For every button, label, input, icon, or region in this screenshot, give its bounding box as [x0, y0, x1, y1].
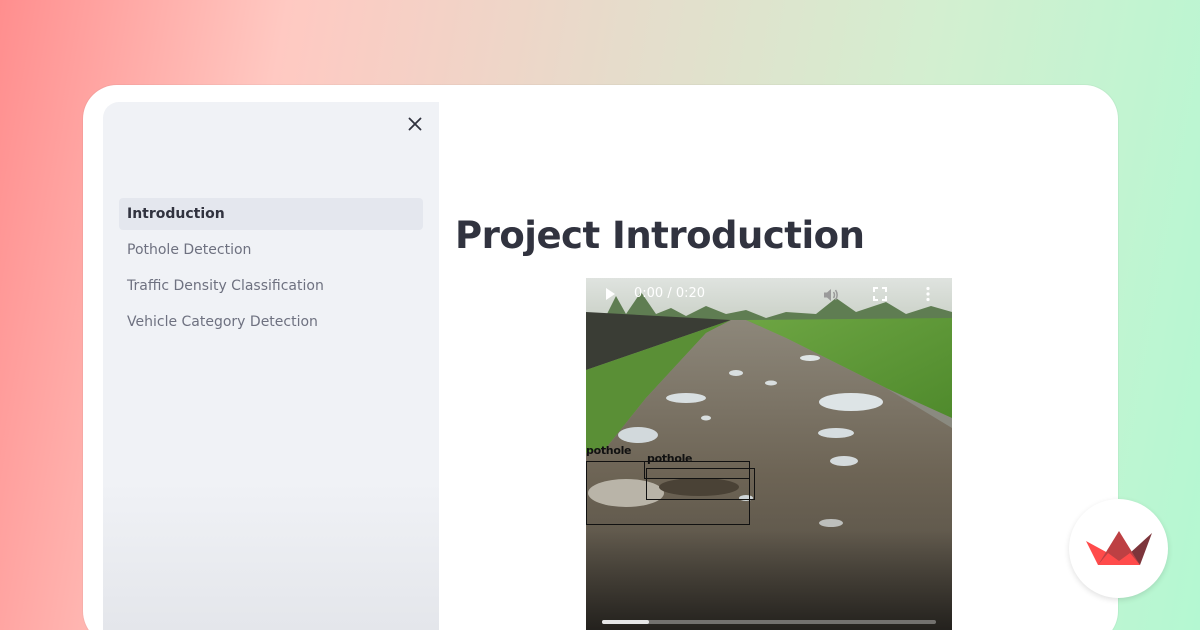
fullscreen-button[interactable] — [872, 286, 888, 302]
streamlit-logo-icon — [1085, 530, 1152, 565]
more-options-button[interactable] — [920, 286, 936, 302]
video-progress-fill — [602, 620, 649, 624]
sidebar-item-label: Traffic Density Classification — [127, 278, 324, 294]
sidebar-item-pothole-detection[interactable]: Pothole Detection — [119, 234, 423, 266]
detection-label: pothole — [586, 444, 632, 457]
sidebar-item-label: Vehicle Category Detection — [127, 314, 318, 330]
sidebar-nav: Introduction Pothole Detection Traffic D… — [119, 198, 423, 342]
close-icon — [408, 117, 422, 131]
detection-box — [644, 461, 750, 479]
sidebar-item-label: Pothole Detection — [127, 242, 252, 258]
video-controls-shade — [586, 530, 952, 630]
sidebar-item-introduction[interactable]: Introduction — [119, 198, 423, 230]
sidebar-item-traffic-density-classification[interactable]: Traffic Density Classification — [119, 270, 423, 302]
streamlit-logo-badge — [1069, 499, 1168, 598]
play-icon — [606, 288, 615, 300]
sidebar-item-vehicle-category-detection[interactable]: Vehicle Category Detection — [119, 306, 423, 338]
close-sidebar-button[interactable] — [403, 112, 427, 136]
play-button[interactable] — [602, 286, 618, 302]
fullscreen-icon — [873, 287, 887, 301]
volume-button[interactable] — [822, 286, 840, 304]
more-vertical-icon — [926, 286, 930, 302]
time-display: 0:00 / 0:20 — [634, 286, 706, 301]
video-player[interactable]: pothole pothole 0:00 / 0:20 — [586, 278, 952, 630]
video-progress-bar[interactable] — [602, 620, 936, 624]
page-title: Project Introduction — [455, 214, 865, 257]
sidebar — [103, 102, 439, 630]
sidebar-item-label: Introduction — [127, 206, 225, 222]
volume-icon — [824, 289, 838, 301]
